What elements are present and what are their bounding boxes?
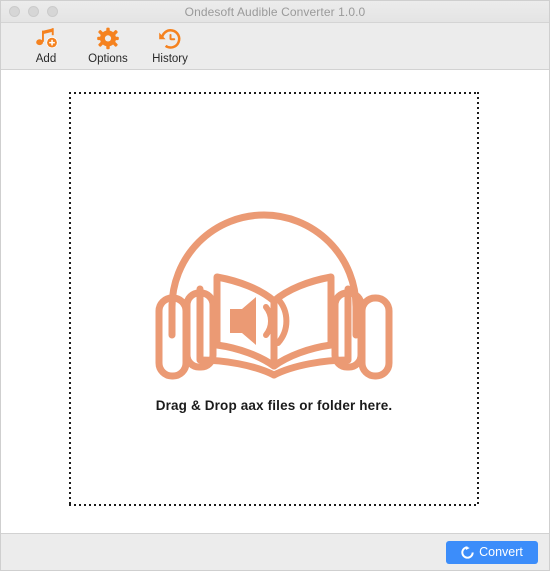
- toolbar-label-options: Options: [88, 53, 128, 65]
- close-window-button[interactable]: [9, 6, 20, 17]
- traffic-light-group: [9, 1, 58, 22]
- convert-button[interactable]: Convert: [446, 540, 538, 564]
- title-bar: Ondesoft Audible Converter 1.0.0: [1, 1, 549, 23]
- minimize-window-button[interactable]: [28, 6, 39, 17]
- toolbar-button-add[interactable]: Add: [15, 23, 77, 70]
- bottom-bar: Convert: [1, 533, 549, 570]
- toolbar-button-options[interactable]: Options: [77, 23, 139, 70]
- file-drop-zone[interactable]: Drag & Drop aax files or folder here.: [69, 92, 479, 506]
- audiobook-headphones-icon: [154, 185, 394, 380]
- window-title: Ondesoft Audible Converter 1.0.0: [184, 4, 366, 19]
- convert-button-label: Convert: [479, 545, 523, 559]
- clock-history-icon: [157, 26, 183, 52]
- maximize-window-button[interactable]: [47, 6, 58, 17]
- toolbar-label-history: History: [152, 53, 188, 65]
- music-note-add-icon: [33, 26, 59, 52]
- gear-icon: [95, 26, 121, 52]
- toolbar-label-add: Add: [35, 53, 57, 65]
- app-window: Ondesoft Audible Converter 1.0.0 Add Opt…: [0, 0, 550, 571]
- toolbar-button-history[interactable]: History: [139, 23, 201, 70]
- drop-zone-hint-text: Drag & Drop aax files or folder here.: [155, 398, 393, 413]
- refresh-circle-icon: [461, 545, 474, 559]
- toolbar: Add Options History: [1, 23, 549, 70]
- content-area: Drag & Drop aax files or folder here.: [1, 70, 549, 533]
